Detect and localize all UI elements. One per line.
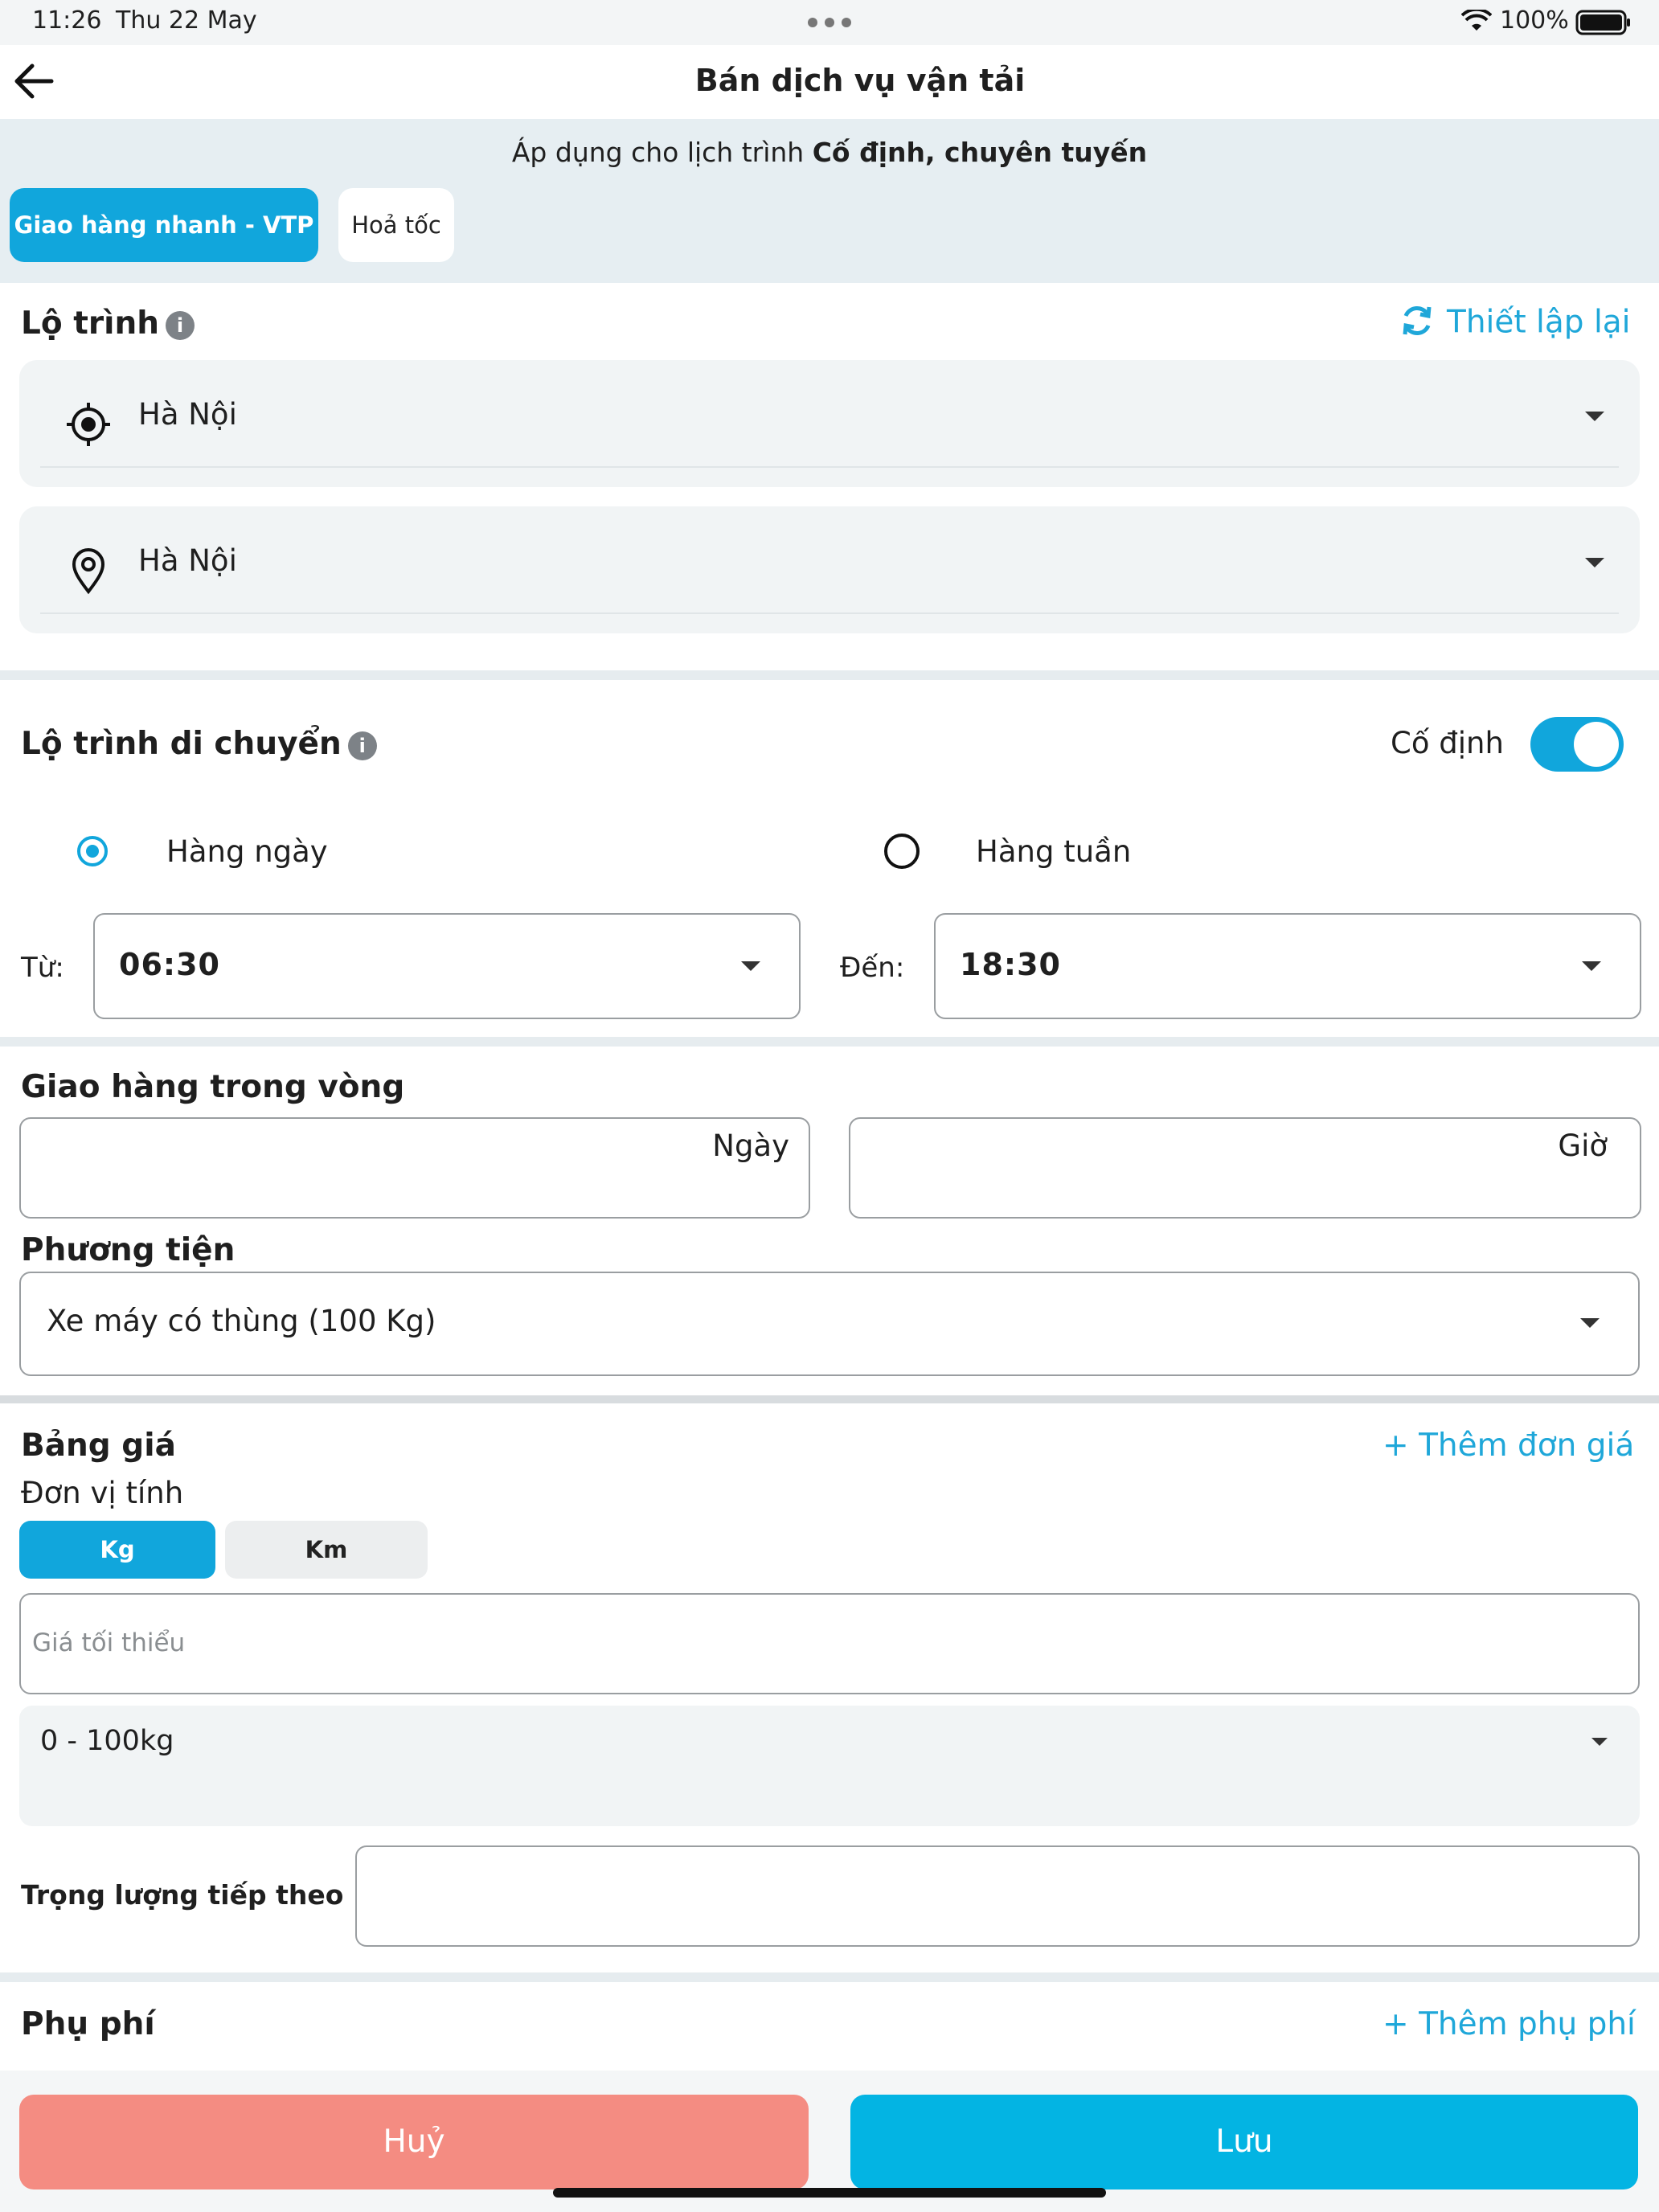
- map-pin-icon: [69, 547, 108, 598]
- multitasking-dots-icon[interactable]: [807, 16, 852, 31]
- to-time-select[interactable]: 18:30: [934, 913, 1641, 1019]
- vehicle-title: Phương tiện: [21, 1232, 236, 1268]
- section-divider: [0, 1395, 1659, 1403]
- divider: [40, 466, 1619, 468]
- vehicle-select[interactable]: Xe máy có thùng (100 Kg): [19, 1272, 1640, 1376]
- route-title: Lộ trình i: [21, 305, 195, 342]
- from-time-select[interactable]: 06:30: [93, 913, 801, 1019]
- divider: [40, 612, 1619, 614]
- add-surcharge-button[interactable]: + Thêm phụ phí: [1382, 2006, 1636, 2042]
- status-time: 11:26: [32, 6, 102, 35]
- chevron-down-icon: [741, 961, 760, 971]
- unit-kg-button[interactable]: Kg: [19, 1521, 215, 1579]
- hour-suffix: Giờ: [1558, 1129, 1608, 1163]
- section-divider: [0, 1037, 1659, 1047]
- chevron-down-icon: [1582, 961, 1601, 971]
- tab-hoa-toc[interactable]: Hoả tốc: [338, 188, 454, 262]
- destination-select[interactable]: Hà Nội: [19, 506, 1640, 633]
- info-icon[interactable]: i: [166, 310, 195, 340]
- toggle-knob: [1574, 722, 1619, 767]
- chevron-down-icon: [1585, 412, 1604, 421]
- daily-label[interactable]: Hàng ngày: [166, 834, 328, 869]
- weight-range-select[interactable]: 0 - 100kg: [19, 1706, 1640, 1826]
- save-button[interactable]: Lưu: [850, 2095, 1638, 2189]
- weight-range-value: 0 - 100kg: [40, 1725, 174, 1757]
- day-suffix: Ngày: [712, 1129, 789, 1163]
- delivery-hours-input[interactable]: Giờ: [849, 1117, 1641, 1219]
- reset-button[interactable]: Thiết lập lại: [1399, 302, 1631, 342]
- min-price-input[interactable]: Giá tối thiểu: [19, 1593, 1640, 1694]
- from-label: Từ:: [21, 952, 64, 984]
- schedule-note: Áp dụng cho lịch trình Cố định, chuyên t…: [511, 137, 1148, 168]
- battery-icon: [1575, 10, 1632, 39]
- destination-value: Hà Nội: [138, 543, 237, 578]
- wifi-icon: [1460, 7, 1493, 37]
- weekly-label[interactable]: Hàng tuần: [976, 834, 1131, 869]
- unit-km-button[interactable]: Km: [225, 1521, 428, 1579]
- status-bar: 11:26 Thu 22 May 100%: [0, 0, 1659, 45]
- min-price-placeholder: Giá tối thiểu: [32, 1628, 186, 1657]
- vehicle-value: Xe máy có thùng (100 Kg): [47, 1304, 436, 1338]
- from-time-value: 06:30: [119, 947, 220, 982]
- radio-weekly[interactable]: [884, 834, 920, 869]
- next-weight-input[interactable]: [355, 1845, 1640, 1947]
- origin-select[interactable]: Hà Nội: [19, 360, 1640, 487]
- status-date: Thu 22 May: [116, 6, 257, 35]
- chevron-down-icon: [1585, 558, 1604, 567]
- pricing-title: Bảng giá: [21, 1428, 176, 1464]
- nav-header: Bán dịch vụ vận tải: [0, 45, 1659, 119]
- to-label: Đến:: [840, 952, 905, 984]
- battery-percent: 100%: [1500, 6, 1569, 35]
- tab-giao-hang-nhanh[interactable]: Giao hàng nhanh - VTP: [10, 188, 318, 262]
- to-time-value: 18:30: [960, 947, 1061, 982]
- service-banner: Áp dụng cho lịch trình Cố định, chuyên t…: [0, 119, 1659, 283]
- refresh-icon: [1399, 302, 1436, 342]
- chevron-down-icon: [1580, 1318, 1600, 1328]
- cancel-button[interactable]: Huỷ: [19, 2095, 809, 2189]
- crosshair-location-icon: [64, 400, 113, 452]
- origin-value: Hà Nội: [138, 397, 237, 432]
- home-indicator[interactable]: [553, 2188, 1106, 2198]
- delivery-days-input[interactable]: Ngày: [19, 1117, 810, 1219]
- radio-daily[interactable]: [77, 836, 108, 866]
- next-weight-label: Trọng lượng tiếp theo: [21, 1879, 344, 1911]
- page-title: Bán dịch vụ vận tải: [694, 63, 1026, 98]
- chevron-down-icon: [1591, 1738, 1608, 1746]
- surcharge-title: Phụ phí: [21, 2006, 155, 2042]
- fixed-toggle[interactable]: [1530, 717, 1624, 772]
- unit-label: Đơn vị tính: [21, 1476, 184, 1510]
- fixed-label: Cố định: [1391, 726, 1504, 760]
- info-icon[interactable]: i: [347, 731, 377, 760]
- add-price-button[interactable]: + Thêm đơn giá: [1382, 1428, 1634, 1464]
- section-divider: [0, 1972, 1659, 1982]
- movement-title: Lộ trình di chuyển i: [21, 726, 377, 762]
- section-divider: [0, 670, 1659, 680]
- delivery-title: Giao hàng trong vòng: [21, 1069, 405, 1105]
